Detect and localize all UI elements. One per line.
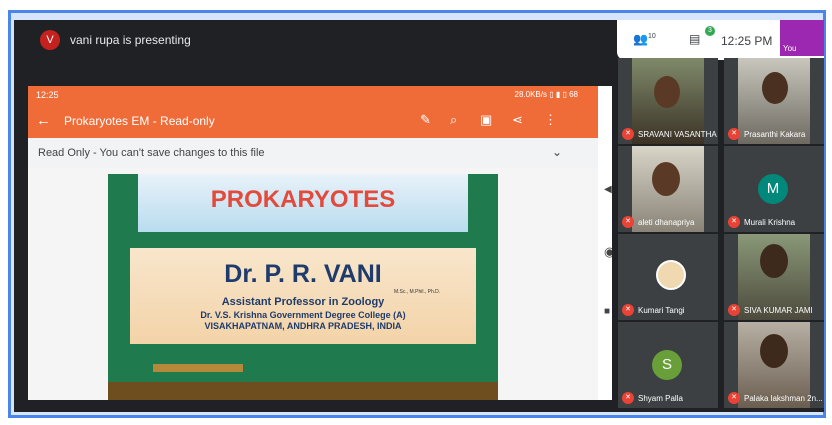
mute-icon: ✕ (728, 216, 740, 228)
nav-recents-icon[interactable]: ■ (604, 306, 610, 317)
participant-head (654, 76, 680, 108)
presenting-label: vani rupa is presenting (70, 33, 191, 47)
slide-title-box: PROKARYOTES (138, 174, 468, 232)
back-arrow-icon[interactable]: ← (36, 112, 51, 129)
android-nav-strip (598, 86, 612, 400)
present-icon[interactable]: ▣ (480, 112, 492, 128)
participant-avatar: M (758, 174, 788, 204)
self-label: You (783, 44, 797, 53)
chat-icon[interactable]: ▤ (689, 32, 700, 46)
participants-count: 10 (647, 33, 656, 40)
participant-name: Shyam Palla (638, 394, 683, 403)
more-icon[interactable]: ⋮ (544, 112, 557, 128)
mute-icon: ✕ (728, 392, 740, 404)
meeting-time: 12:25 PM (721, 34, 773, 48)
phone-status-bar: 12:25 28.0KB/s ▯ ▮ ▯ 68 (28, 86, 598, 104)
battery-level: 68 (569, 90, 578, 99)
slide: PROKARYOTES Dr. P. R. VANI M.Sc., M.Phil… (108, 174, 498, 400)
nav-home-icon[interactable]: ◉ (604, 244, 612, 260)
mute-icon: ✕ (622, 216, 634, 228)
participant-photo (656, 260, 686, 290)
chat-badge: 3 (705, 26, 715, 36)
participant-head (760, 334, 788, 368)
net-speed: 28.0KB/s (514, 90, 547, 99)
participant-tile[interactable]: M ✕ Murali Krishna (724, 146, 824, 232)
mute-icon: ✕ (622, 392, 634, 404)
participant-tile[interactable]: ✕ Palaka lakshman 2n... (724, 322, 824, 408)
mute-icon: ✕ (622, 128, 634, 140)
participant-tile[interactable]: ✕ SIVA KUMAR JAMI (724, 234, 824, 320)
participant-name: Palaka lakshman 2n... (744, 394, 823, 403)
qualifications: M.Sc., M.Phil., Ph.D. (394, 289, 441, 295)
participant-name: Prasanthi Kakara (744, 130, 806, 139)
mute-icon: ✕ (622, 304, 634, 316)
slide-title: PROKARYOTES (210, 186, 396, 213)
readonly-banner: Read Only - You can't save changes to th… (28, 138, 598, 168)
participant-head (760, 244, 788, 278)
shared-screen: 12:25 28.0KB/s ▯ ▮ ▯ 68 ← Prokaryotes EM… (28, 86, 612, 400)
mute-icon: ✕ (728, 128, 740, 140)
participant-name: aleti dhanapriya (638, 218, 695, 227)
people-icon[interactable]: 👥10 (633, 32, 656, 46)
role: Assistant Professor in Zoology (221, 296, 385, 308)
participant-avatar: S (652, 350, 682, 380)
participant-tile[interactable]: S ✕ Shyam Palla (618, 322, 718, 408)
participant-tile[interactable]: ✕ aleti dhanapriya (618, 146, 718, 232)
participant-tile[interactable]: ✕ SRAVANI VASANTHA (618, 58, 718, 144)
share-icon[interactable]: ⋖ (512, 112, 523, 128)
doc-title: Prokaryotes EM - Read-only (64, 114, 215, 128)
readonly-text: Read Only - You can't save changes to th… (38, 147, 265, 159)
slide-decoration (153, 364, 243, 372)
self-view[interactable]: You (780, 20, 824, 56)
status-time: 12:25 (36, 90, 59, 100)
chevron-down-icon[interactable]: ⌄ (552, 145, 562, 159)
slide-footer-bar (108, 382, 498, 400)
status-network: 28.0KB/s ▯ ▮ ▯ 68 (514, 90, 578, 99)
participant-name: Murali Krishna (744, 218, 796, 227)
meet-window: V vani rupa is presenting 12:25 28.0KB/s… (14, 20, 824, 412)
app-bar: ← Prokaryotes EM - Read-only ✎ ⌕ ▣ ⋖ ⋮ (28, 104, 598, 138)
participant-name: Kumari Tangi (638, 306, 685, 315)
presenting-bar: V vani rupa is presenting (14, 20, 612, 60)
edit-icon[interactable]: ✎ (420, 112, 431, 128)
participant-tile[interactable]: ✕ Prasanthi Kakara (724, 58, 824, 144)
participant-name: SRAVANI VASANTHA (638, 130, 717, 139)
participant-name: SIVA KUMAR JAMI (744, 306, 813, 315)
participant-tile[interactable]: ✕ Kumari Tangi (618, 234, 718, 320)
place: VISAKHAPATNAM, ANDHRA PRADESH, INDIA (204, 321, 402, 331)
presenter-avatar: V (40, 30, 60, 50)
college: Dr. V.S. Krishna Government Degree Colle… (200, 310, 406, 320)
participant-head (762, 72, 788, 104)
participant-head (652, 162, 680, 196)
presenter-name: Dr. P. R. VANI (224, 260, 382, 288)
search-icon[interactable]: ⌕ (450, 112, 457, 128)
mute-icon: ✕ (728, 304, 740, 316)
name-card: Dr. P. R. VANI M.Sc., M.Phil., Ph.D. Ass… (130, 248, 476, 344)
nav-back-icon[interactable]: ◀ (604, 184, 612, 195)
